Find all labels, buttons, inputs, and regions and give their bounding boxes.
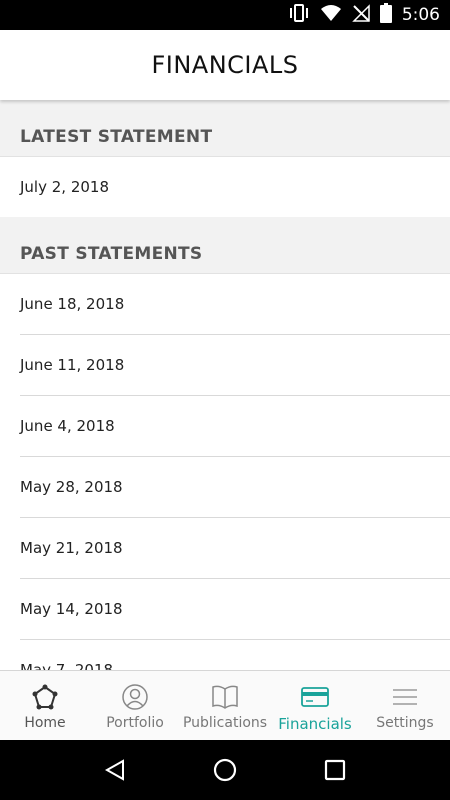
- home-circle-icon[interactable]: [205, 750, 245, 790]
- tab-label: Publications: [182, 715, 268, 731]
- status-icons: 5:06: [288, 0, 440, 30]
- statement-date: May 7, 2018: [20, 661, 114, 670]
- statement-date: June 4, 2018: [20, 417, 115, 435]
- statement-row-latest[interactable]: July 2, 2018: [0, 157, 450, 217]
- tab-publications[interactable]: Publications: [180, 671, 270, 740]
- tab-settings[interactable]: Settings: [360, 671, 450, 740]
- tab-label: Portfolio: [106, 715, 164, 731]
- no-signal-icon: [352, 3, 370, 27]
- back-icon[interactable]: [95, 750, 135, 790]
- wifi-icon: [320, 4, 342, 27]
- statement-row[interactable]: June 4, 2018: [20, 396, 450, 457]
- statement-row[interactable]: May 7, 2018: [20, 640, 450, 670]
- statement-date: May 14, 2018: [20, 600, 123, 618]
- status-bar: 5:06: [0, 0, 450, 30]
- statement-date: June 18, 2018: [20, 295, 125, 313]
- battery-icon: [379, 2, 392, 28]
- system-nav-bar: [0, 740, 450, 800]
- tab-label: Home: [24, 715, 66, 731]
- statement-date: June 11, 2018: [20, 356, 125, 374]
- menu-lines-icon: [392, 683, 418, 711]
- statement-row[interactable]: May 14, 2018: [20, 579, 450, 640]
- person-circle-icon: [121, 683, 149, 711]
- past-statements-heading: PAST STATEMENTS: [20, 244, 203, 264]
- app-header: FINANCIALS: [0, 30, 450, 100]
- statements-list[interactable]: LATEST STATEMENT July 2, 2018 PAST STATE…: [0, 100, 450, 670]
- home-pentagon-icon: [32, 683, 58, 711]
- page-title: FINANCIALS: [151, 51, 299, 79]
- statement-date: May 28, 2018: [20, 478, 123, 496]
- tab-portfolio[interactable]: Portfolio: [90, 671, 180, 740]
- status-time: 5:06: [401, 5, 440, 25]
- tab-home[interactable]: Home: [0, 671, 90, 740]
- statement-row[interactable]: May 21, 2018: [20, 518, 450, 579]
- recents-icon[interactable]: [315, 750, 355, 790]
- tab-label: Financials: [278, 715, 352, 733]
- statement-date: May 21, 2018: [20, 539, 123, 557]
- credit-card-icon: [301, 683, 329, 711]
- tab-label: Settings: [376, 715, 434, 731]
- statement-row[interactable]: June 18, 2018: [20, 274, 450, 335]
- tab-financials[interactable]: Financials: [270, 671, 360, 740]
- bottom-tab-bar: Home Portfolio Publications Financials S…: [0, 670, 450, 740]
- vibrate-icon: [288, 3, 310, 27]
- past-statements-header: PAST STATEMENTS: [0, 217, 450, 274]
- latest-statement-heading: LATEST STATEMENT: [20, 127, 213, 147]
- statement-row[interactable]: May 28, 2018: [20, 457, 450, 518]
- statement-row[interactable]: June 11, 2018: [20, 335, 450, 396]
- statement-date: July 2, 2018: [20, 178, 109, 196]
- book-icon: [211, 683, 239, 711]
- latest-statement-header: LATEST STATEMENT: [0, 100, 450, 157]
